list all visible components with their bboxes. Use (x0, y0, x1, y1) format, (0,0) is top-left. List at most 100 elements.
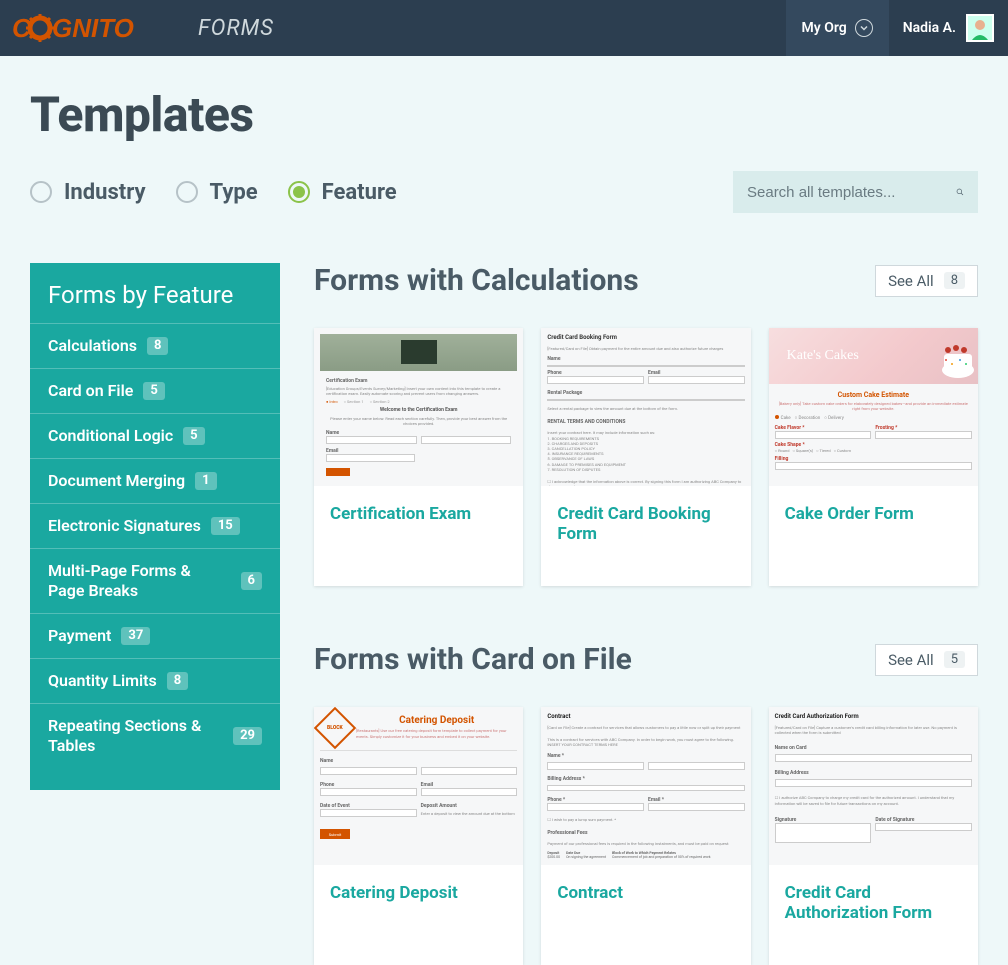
sidebar-item-document-merging[interactable]: Document Merging 1 (30, 458, 280, 503)
org-switcher[interactable]: My Org (786, 0, 889, 56)
avatar (966, 14, 994, 42)
see-all-label: See All (888, 272, 934, 290)
logo-suffix: FORMS (198, 16, 274, 41)
logo[interactable]: C GNITO FORMS (12, 11, 274, 45)
template-card[interactable]: BLOCK Catering Deposit [Restaurants] Use… (314, 707, 523, 965)
thumb-title: Credit Card Booking Form (547, 334, 744, 341)
tab-label: Industry (64, 180, 146, 205)
radio-icon (176, 181, 198, 203)
template-thumb: BLOCK Catering Deposit [Restaurants] Use… (314, 707, 523, 865)
template-thumb: Contract [Card on File] Create a contrac… (541, 707, 750, 865)
card-row: Certification Exam [Education Groups/Eve… (314, 328, 978, 586)
tab-type[interactable]: Type (176, 180, 258, 205)
count-badge: 29 (233, 727, 262, 745)
count-badge: 5 (143, 382, 164, 400)
thumb-section: Professional Fees (547, 830, 744, 836)
sidebar-item-multipage[interactable]: Multi-Page Forms & Page Breaks 6 (30, 548, 280, 613)
sidebar-item-label: Payment (48, 626, 111, 646)
sidebar-item-label: Document Merging (48, 471, 185, 491)
sidebar-item-conditional-logic[interactable]: Conditional Logic 5 (30, 413, 280, 458)
thumb-section: RENTAL TERMS AND CONDITIONS (547, 419, 744, 425)
tab-industry[interactable]: Industry (30, 180, 146, 205)
radio-icon (288, 181, 310, 203)
template-card[interactable]: Certification Exam [Education Groups/Eve… (314, 328, 523, 586)
see-all-button[interactable]: See All 5 (875, 644, 978, 676)
card-title: Catering Deposit (314, 865, 523, 965)
sidebar-item-label: Calculations (48, 336, 137, 356)
chevron-down-icon (855, 19, 873, 37)
tab-feature[interactable]: Feature (288, 180, 397, 205)
radio-icon (30, 181, 52, 203)
svg-text:GNITO: GNITO (52, 13, 134, 43)
count-badge: 8 (147, 337, 168, 355)
sidebar: Forms by Feature Calculations 8 Card on … (30, 263, 280, 790)
card-title: Credit Card Authorization Form (769, 865, 978, 965)
sidebar-title: Forms by Feature (30, 281, 280, 323)
template-card[interactable]: Credit Card Booking Form [Featured/Card … (541, 328, 750, 586)
sidebar-item-label: Multi-Page Forms & Page Breaks (48, 561, 231, 601)
topbar-right: My Org Nadia A. (786, 0, 1008, 56)
sidebar-item-repeating-sections[interactable]: Repeating Sections & Tables 29 (30, 703, 280, 768)
thumb-title: Contract (547, 713, 744, 720)
filter-row: Industry Type Feature (30, 171, 978, 213)
section-title: Forms with Card on File (314, 642, 632, 677)
thumb-title: Certification Exam (326, 378, 511, 384)
sidebar-item-electronic-signatures[interactable]: Electronic Signatures 15 (30, 503, 280, 548)
thumb-subtitle: Custom Cake Estimate (775, 391, 972, 399)
sidebar-item-payment[interactable]: Payment 37 (30, 613, 280, 658)
card-title: Credit Card Booking Form (541, 486, 750, 586)
template-card[interactable]: Credit Card Authorization Form [Featured… (769, 707, 978, 965)
template-thumb: Certification Exam [Education Groups/Eve… (314, 328, 523, 486)
see-all-button[interactable]: See All 8 (875, 265, 978, 297)
see-all-count: 5 (944, 651, 965, 668)
count-badge: 37 (121, 627, 150, 645)
thumb-title: Credit Card Authorization Form (775, 713, 972, 720)
content: Forms by Feature Calculations 8 Card on … (30, 263, 978, 965)
sidebar-item-label: Quantity Limits (48, 671, 157, 691)
main: Forms with Calculations See All 8 Certif… (314, 263, 978, 965)
sidebar-item-label: Conditional Logic (48, 426, 173, 446)
sidebar-item-card-on-file[interactable]: Card on File 5 (30, 368, 280, 413)
sidebar-item-label: Electronic Signatures (48, 516, 201, 536)
sidebar-item-calculations[interactable]: Calculations 8 (30, 323, 280, 368)
template-card[interactable]: Kate's Cakes Custom Cake Estimate [Baker… (769, 328, 978, 586)
thumb-brand: Kate's Cakes (787, 348, 859, 364)
section-title: Forms with Calculations (314, 263, 639, 298)
card-row: BLOCK Catering Deposit [Restaurants] Use… (314, 707, 978, 965)
tab-label: Feature (322, 180, 397, 205)
org-label: My Org (802, 20, 847, 36)
count-badge: 6 (241, 572, 262, 590)
sidebar-item-quantity-limits[interactable]: Quantity Limits 8 (30, 658, 280, 703)
topbar: C GNITO FORMS My Org Nadia A. (0, 0, 1008, 56)
see-all-count: 8 (944, 272, 965, 289)
see-all-label: See All (888, 651, 934, 669)
sidebar-item-label: Repeating Sections & Tables (48, 716, 223, 756)
search-wrap (733, 171, 978, 213)
template-thumb: Kate's Cakes Custom Cake Estimate [Baker… (769, 328, 978, 486)
tab-label: Type (210, 180, 258, 205)
count-badge: 15 (211, 517, 240, 535)
template-card[interactable]: Contract [Card on File] Create a contrac… (541, 707, 750, 965)
filter-tabs: Industry Type Feature (30, 180, 397, 205)
sidebar-item-label: Card on File (48, 381, 133, 401)
section-head: Forms with Calculations See All 8 (314, 263, 978, 298)
card-title: Certification Exam (314, 486, 523, 586)
count-badge: 1 (195, 472, 216, 490)
logo-svg: C GNITO (12, 11, 192, 45)
page: Templates Industry Type Feature (0, 56, 1008, 965)
user-menu[interactable]: Nadia A. (889, 0, 1008, 56)
thumb-label: Name on Card (775, 745, 972, 751)
section-head: Forms with Card on File See All 5 (314, 642, 978, 677)
user-name: Nadia A. (903, 20, 956, 36)
search-input[interactable] (747, 184, 946, 201)
template-thumb: Credit Card Authorization Form [Featured… (769, 707, 978, 865)
page-title: Templates (30, 86, 978, 143)
card-title: Cake Order Form (769, 486, 978, 586)
card-title: Contract (541, 865, 750, 965)
thumb-label: Billing Address (775, 770, 972, 776)
template-thumb: Credit Card Booking Form [Featured/Card … (541, 328, 750, 486)
search-icon (956, 183, 964, 201)
count-badge: 5 (183, 427, 204, 445)
count-badge: 8 (167, 672, 188, 690)
thumb-title: Catering Deposit (356, 715, 517, 726)
